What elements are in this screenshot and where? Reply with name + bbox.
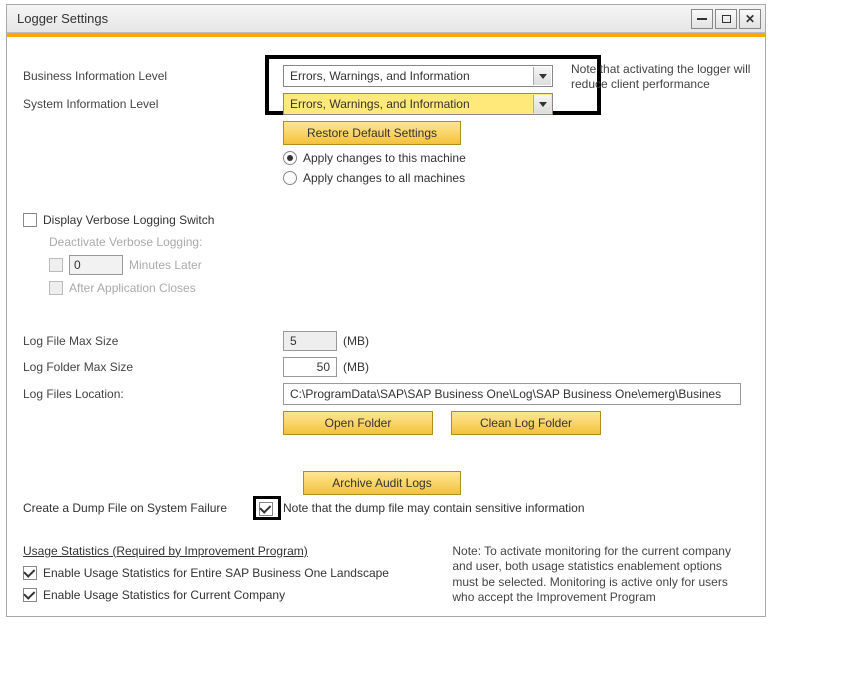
verbose-subsection: Deactivate Verbose Logging: 0 Minutes La…	[49, 235, 749, 295]
checkbox-icon	[23, 588, 37, 602]
label-log-file-max: Log File Max Size	[23, 334, 283, 348]
checkbox-icon	[49, 281, 63, 295]
label-deactivate-verbose: Deactivate Verbose Logging:	[49, 235, 749, 249]
row-log-files-location: Log Files Location: C:\ProgramData\SAP\S…	[23, 383, 749, 405]
clean-log-folder-button[interactable]: Clean Log Folder	[451, 411, 601, 435]
radio-label: Apply changes to this machine	[303, 151, 466, 165]
logger-settings-window: Logger Settings ✕ Business Information L…	[6, 4, 766, 617]
log-files-location-input[interactable]: C:\ProgramData\SAP\SAP Business One\Log\…	[283, 383, 741, 405]
minimize-icon	[697, 18, 707, 20]
label-business-info: Business Information Level	[23, 69, 283, 83]
row-business-info: Business Information Level Errors, Warni…	[23, 65, 749, 87]
dump-warning-note: Note that the dump file may contain sens…	[283, 501, 585, 515]
checkbox-icon	[23, 566, 37, 580]
label-minutes-later: Minutes Later	[129, 258, 202, 272]
checkbox-label: Enable Usage Statistics for Current Comp…	[43, 588, 285, 602]
titlebar: Logger Settings ✕	[7, 5, 765, 33]
row-apply-this: Apply changes to this machine	[23, 151, 749, 165]
label-after-app-closes: After Application Closes	[69, 281, 196, 295]
system-info-value: Errors, Warnings, and Information	[290, 97, 470, 111]
close-icon: ✕	[745, 12, 755, 26]
row-folder-buttons: Open Folder Clean Log Folder	[23, 411, 749, 435]
open-folder-button[interactable]: Open Folder	[283, 411, 433, 435]
archive-audit-logs-button[interactable]: Archive Audit Logs	[303, 471, 461, 495]
checkbox-display-verbose[interactable]: Display Verbose Logging Switch	[23, 213, 749, 227]
log-file-max-input[interactable]: 5	[283, 331, 337, 351]
content-area: Business Information Level Errors, Warni…	[7, 37, 765, 616]
radio-icon	[283, 171, 297, 185]
label-log-files-location: Log Files Location:	[23, 387, 283, 401]
radio-label: Apply changes to all machines	[303, 171, 465, 185]
label-mb: (MB)	[343, 360, 369, 374]
checkbox-icon	[49, 258, 63, 272]
row-log-file-max: Log File Max Size 5 (MB)	[23, 331, 749, 351]
system-info-select[interactable]: Errors, Warnings, and Information	[283, 93, 553, 115]
close-button[interactable]: ✕	[739, 9, 761, 29]
checkbox-after-app-closes: After Application Closes	[49, 281, 749, 295]
chevron-down-icon	[533, 67, 551, 85]
checkbox-create-dump[interactable]	[259, 502, 273, 516]
maximize-button[interactable]	[715, 9, 737, 29]
row-archive: Archive Audit Logs	[23, 471, 749, 495]
row-restore: Restore Default Settings	[23, 121, 749, 145]
label-system-info: System Information Level	[23, 97, 283, 111]
monitoring-note: Note: To activate monitoring for the cur…	[452, 544, 749, 606]
checkbox-icon	[23, 213, 37, 227]
checkbox-enable-entire-landscape[interactable]: Enable Usage Statistics for Entire SAP B…	[23, 566, 428, 580]
logger-performance-note: Note that activating the logger will red…	[571, 62, 761, 92]
chevron-down-icon	[533, 95, 551, 113]
label-mb: (MB)	[343, 334, 369, 348]
label-create-dump: Create a Dump File on System Failure	[23, 501, 259, 515]
row-log-folder-max: Log Folder Max Size 50 (MB)	[23, 357, 749, 377]
business-info-value: Errors, Warnings, and Information	[290, 69, 470, 83]
minimize-button[interactable]	[691, 9, 713, 29]
usage-statistics-header: Usage Statistics (Required by Improvemen…	[23, 544, 428, 558]
window-title: Logger Settings	[17, 11, 108, 26]
usage-statistics-section: Usage Statistics (Required by Improvemen…	[23, 544, 749, 606]
row-minutes-later: 0 Minutes Later	[49, 255, 749, 275]
minutes-input[interactable]: 0	[69, 255, 123, 275]
row-system-info: System Information Level Errors, Warning…	[23, 93, 749, 115]
checkbox-label: Enable Usage Statistics for Entire SAP B…	[43, 566, 389, 580]
radio-icon	[283, 151, 297, 165]
checkbox-enable-current-company[interactable]: Enable Usage Statistics for Current Comp…	[23, 588, 428, 602]
row-apply-all: Apply changes to all machines	[23, 171, 749, 185]
row-create-dump: Create a Dump File on System Failure Not…	[23, 501, 749, 516]
checkbox-label: Display Verbose Logging Switch	[43, 213, 214, 227]
window-controls: ✕	[691, 9, 761, 29]
radio-apply-all-machines[interactable]: Apply changes to all machines	[283, 171, 465, 185]
business-info-select[interactable]: Errors, Warnings, and Information	[283, 65, 553, 87]
restore-default-button[interactable]: Restore Default Settings	[283, 121, 461, 145]
log-folder-max-input[interactable]: 50	[283, 357, 337, 377]
maximize-icon	[722, 15, 731, 23]
radio-apply-this-machine[interactable]: Apply changes to this machine	[283, 151, 466, 165]
label-log-folder-max: Log Folder Max Size	[23, 360, 283, 374]
